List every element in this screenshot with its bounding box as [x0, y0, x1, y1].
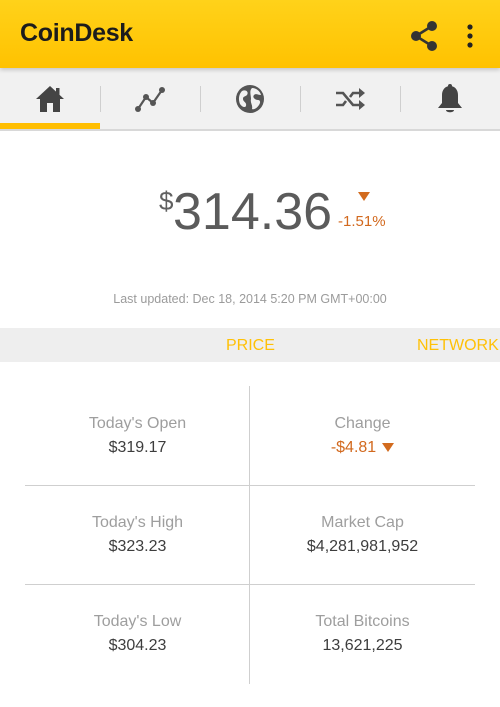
- tab-bar: [0, 68, 500, 131]
- stat-todays-high: Today's High $323.23: [25, 512, 250, 558]
- stat-value: -$4.81: [250, 437, 475, 459]
- stat-total-bitcoins: Total Bitcoins 13,621,225: [250, 611, 475, 657]
- grid-divider-horizontal: [25, 485, 475, 486]
- bell-icon: [438, 83, 462, 112]
- app-title: CoinDesk: [20, 19, 133, 47]
- tab-globe[interactable]: [200, 68, 300, 129]
- share-icon: [411, 21, 437, 51]
- overflow-menu-button[interactable]: [458, 20, 482, 52]
- stat-label: Today's Low: [93, 613, 182, 630]
- chart-icon: [135, 86, 165, 112]
- app-bar: CoinDesk: [0, 0, 500, 68]
- overflow-menu-icon: [467, 24, 473, 48]
- price-down-arrow-icon: [358, 192, 370, 201]
- stat-change: Change -$4.81: [250, 413, 475, 459]
- currency-symbol: $: [159, 186, 174, 216]
- share-button[interactable]: [406, 18, 442, 54]
- stat-value: $319.17: [108, 439, 167, 456]
- section-tab-price[interactable]: PRICE: [226, 337, 275, 355]
- down-arrow-icon: [382, 443, 395, 453]
- stat-market-cap: Market Cap $4,281,981,952: [250, 512, 475, 558]
- section-tab-bar: PRICE NETWORK: [0, 328, 500, 362]
- stat-value: $323.23: [108, 538, 167, 555]
- stat-label: Total Bitcoins: [315, 613, 410, 630]
- stat-label: Market Cap: [321, 514, 404, 531]
- last-updated-text: Last updated: Dec 18, 2014 5:20 PM GMT+0…: [113, 292, 387, 306]
- home-icon: [36, 85, 64, 112]
- stat-value: 13,621,225: [322, 637, 403, 654]
- stat-value: $304.23: [108, 637, 167, 654]
- stat-label: Change: [334, 415, 391, 432]
- stat-todays-low: Today's Low $304.23: [25, 611, 250, 657]
- price-change-percent: -1.51%: [338, 213, 386, 230]
- tab-shuffle[interactable]: [300, 68, 400, 129]
- shuffle-icon: [336, 87, 365, 110]
- section-tab-network[interactable]: NETWORK: [417, 337, 499, 355]
- selected-tab-indicator: [0, 123, 100, 129]
- stat-value: $4,281,981,952: [306, 538, 419, 555]
- stat-change-value: -$4.81: [330, 439, 377, 456]
- tab-home[interactable]: [0, 68, 100, 129]
- stat-label: Today's Open: [88, 415, 187, 432]
- grid-divider-horizontal: [25, 584, 475, 585]
- tab-alerts[interactable]: [400, 68, 500, 129]
- stat-label: Today's High: [91, 514, 184, 531]
- price-display: $ 314.36 -1.51%: [0, 178, 500, 248]
- stat-todays-open: Today's Open $319.17: [25, 413, 250, 459]
- globe-icon: [236, 84, 264, 113]
- current-price: 314.36: [173, 183, 333, 241]
- tab-chart[interactable]: [100, 68, 200, 129]
